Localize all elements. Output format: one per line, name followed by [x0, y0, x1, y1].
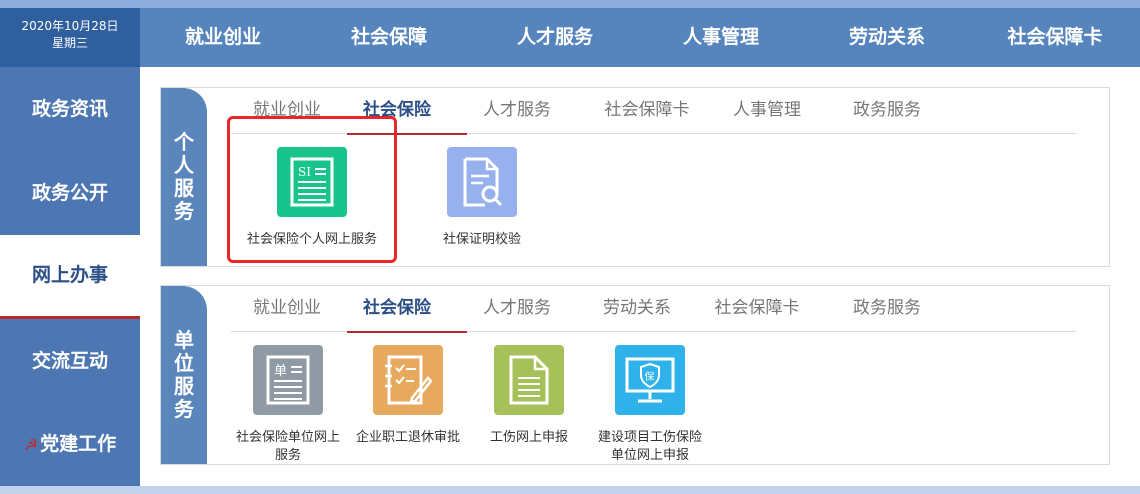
top-nav-social-security[interactable]: 社会保障: [351, 8, 427, 67]
service-construction-injury-insurance[interactable]: 保 建设项目工伤保险 单位网上申报: [570, 345, 730, 465]
top-nav-security-card[interactable]: 社会保障卡: [1007, 8, 1102, 67]
sidebar-item-interaction[interactable]: 交流互动: [0, 319, 140, 403]
weekday-text: 星期三: [51, 36, 88, 50]
checklist-pen-icon: [373, 345, 443, 415]
top-nav-employment[interactable]: 就业创业: [185, 8, 261, 67]
label-char: 人: [174, 153, 194, 177]
document-search-icon: [447, 147, 517, 217]
unit-services-label: 单 位 服 务: [161, 286, 207, 464]
service-certificate-verification[interactable]: 社保证明校验: [402, 147, 562, 249]
unit-services-panel: 单 位 服 务 就业创业 社会保险 人才服务 劳动关系 社会保障卡 政务服务 单: [160, 285, 1110, 465]
label-char: 服: [174, 176, 194, 200]
tab-government-services[interactable]: 政务服务: [853, 88, 921, 134]
tab-talent-services[interactable]: 人才服务: [483, 286, 551, 332]
top-nav-personnel[interactable]: 人事管理: [683, 8, 759, 67]
bottom-accent-strip: [0, 486, 1140, 494]
svg-text:单: 单: [274, 364, 287, 379]
si-document-icon: SI: [277, 147, 347, 217]
svg-text:保: 保: [645, 370, 655, 383]
top-navigation: 就业创业 社会保障 人才服务 人事管理 劳动关系 社会保障卡: [140, 8, 1140, 67]
tab-social-insurance[interactable]: 社会保险: [363, 88, 431, 134]
tab-talent-services[interactable]: 人才服务: [483, 88, 551, 134]
sidebar-item-news[interactable]: 政务资讯: [0, 67, 140, 151]
personal-services-panel: 个 人 服 务 就业创业 社会保险 人才服务 社会保障卡 人事管理 政务服务 S…: [160, 87, 1110, 267]
sidebar-item-party-building[interactable]: ☭ 党建工作: [0, 403, 140, 486]
label-char: 单: [174, 328, 194, 352]
service-label: 建设项目工伤保险 单位网上申报: [570, 429, 730, 465]
service-label-line: 单位网上申报: [610, 448, 689, 463]
tab-government-services[interactable]: 政务服务: [853, 286, 921, 332]
personal-tabs: 就业创业 社会保险 人才服务 社会保障卡 人事管理 政务服务: [231, 88, 1076, 135]
tab-security-card[interactable]: 社会保障卡: [715, 286, 800, 332]
tab-labor-relations[interactable]: 劳动关系: [603, 286, 671, 332]
label-char: 位: [174, 351, 194, 375]
top-nav-labor-relations[interactable]: 劳动关系: [849, 8, 925, 67]
service-label-line: 服务: [274, 448, 301, 463]
sidebar-item-online-services[interactable]: 网上办事: [0, 235, 140, 319]
service-label: 社保证明校验: [442, 232, 521, 247]
tab-employment[interactable]: 就业创业: [253, 286, 321, 332]
date-text: 2020年10月28日: [21, 19, 119, 33]
service-label-line: 建设项目工伤保险: [597, 430, 702, 445]
personal-services-label: 个 人 服 务: [161, 88, 207, 266]
date-display: 2020年10月28日 星期三: [0, 8, 140, 67]
party-emblem-icon: ☭: [23, 435, 39, 454]
active-tab-underline: [347, 331, 467, 333]
document-icon: [494, 345, 564, 415]
label-char: 服: [174, 374, 194, 398]
svg-text:SI: SI: [298, 165, 311, 179]
top-nav-talent-services[interactable]: 人才服务: [517, 8, 593, 67]
service-label: 社会保险个人网上服务: [246, 232, 377, 247]
sidebar-item-label: 网上办事: [31, 264, 108, 286]
label-char: 务: [174, 199, 194, 223]
monitor-shield-icon: 保: [615, 345, 685, 415]
tab-employment[interactable]: 就业创业: [253, 88, 321, 134]
unit-tabs: 就业创业 社会保险 人才服务 劳动关系 社会保障卡 政务服务: [231, 286, 1076, 333]
tab-security-card[interactable]: 社会保障卡: [605, 88, 690, 134]
unit-document-icon: 单: [253, 345, 323, 415]
top-accent-strip: [0, 0, 1140, 8]
sidebar-item-label: 党建工作: [40, 433, 117, 455]
active-tab-underline: [347, 133, 467, 135]
tab-personnel[interactable]: 人事管理: [733, 88, 801, 134]
service-personal-online-insurance[interactable]: SI 社会保险个人网上服务: [232, 147, 392, 249]
label-char: 务: [174, 397, 194, 421]
sidebar: 政务资讯 政务公开 网上办事 交流互动 ☭ 党建工作: [0, 67, 140, 486]
sidebar-item-disclosure[interactable]: 政务公开: [0, 151, 140, 235]
label-char: 个: [174, 130, 194, 154]
tab-social-insurance[interactable]: 社会保险: [363, 286, 431, 332]
